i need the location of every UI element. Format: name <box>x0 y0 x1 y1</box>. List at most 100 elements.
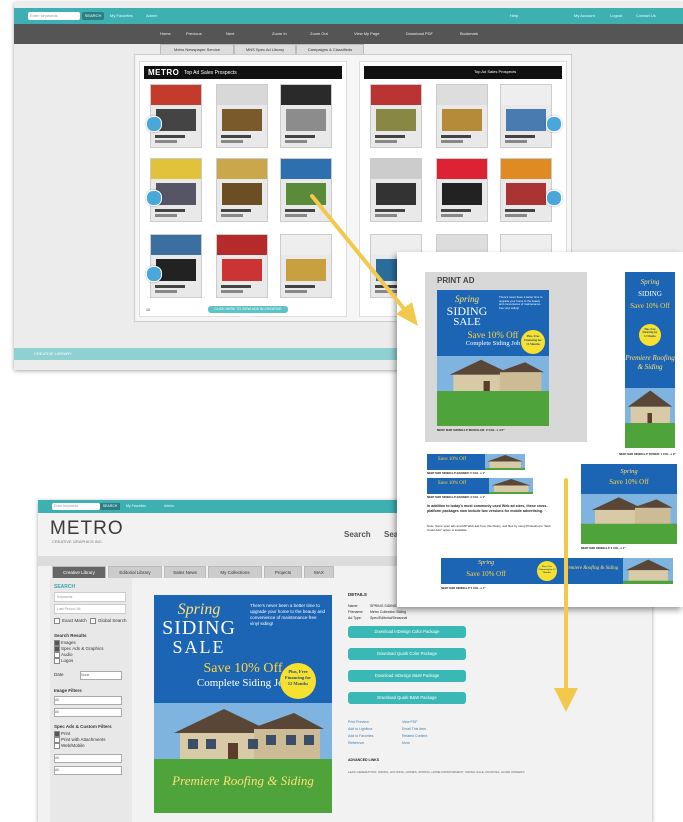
financing-badge: Plus, Free Financing for 12 Months <box>639 324 661 346</box>
exact-match-checkbox[interactable] <box>54 618 60 624</box>
house-image <box>437 356 549 396</box>
download-quark-color-button[interactable]: Download Quark Color Package <box>348 648 466 660</box>
view-my-page-button[interactable]: View My Page <box>354 30 380 38</box>
tab-spec-ad-library[interactable]: MNS Spec Ad Library <box>234 44 296 54</box>
search-input[interactable]: Enter keywords <box>28 12 80 20</box>
tab-newspaper-service[interactable]: Metro Newspaper Service <box>160 44 234 54</box>
house-image <box>485 454 525 470</box>
siding-sale-ad-preview[interactable]: Spring SIDING SALE There's never been a … <box>154 595 332 813</box>
next-button[interactable]: Next <box>226 30 234 38</box>
reference-link[interactable]: Reference <box>348 741 364 745</box>
date-label: Date <box>54 672 64 677</box>
spec-filters-heading: Spec Ads & Custom Filters <box>54 724 112 729</box>
web-mobile-checkbox[interactable] <box>54 743 60 749</box>
main-print-ad[interactable]: Spring SIDING SALE There's never been a … <box>437 290 549 426</box>
tab-creative-library[interactable]: Creative Library <box>52 566 106 578</box>
contact-link[interactable]: Contact Us <box>636 12 656 20</box>
ad-thumbnail[interactable] <box>216 234 268 298</box>
zoom-hotspot-icon[interactable] <box>146 266 162 282</box>
more-link[interactable]: More <box>402 741 410 745</box>
admin-link[interactable]: Admin <box>164 503 174 510</box>
logout-link[interactable]: Logout <box>610 12 622 20</box>
download-quark-bw-button[interactable]: Download Quark B&W Package <box>348 692 466 704</box>
tab-editorial-library[interactable]: Editorial Library <box>108 566 162 578</box>
ad-spring-text: Spring <box>454 294 479 304</box>
image-type-select[interactable]: All <box>54 696 122 705</box>
print-ad-type-select[interactable]: All <box>54 766 122 775</box>
library-bar-label: CREATIVE LIBRARY <box>34 351 72 356</box>
tab-projects[interactable]: Projects <box>264 566 302 578</box>
viewer-tabs: Metro Newspaper Service MNS Spec Ad Libr… <box>14 44 683 54</box>
print-preview-link[interactable]: Print Preview <box>348 720 369 724</box>
page-number: 10 <box>146 308 150 312</box>
zoom-in-button[interactable]: Zoom In <box>272 30 287 38</box>
zoom-hotspot-icon[interactable] <box>546 116 562 132</box>
ad-spring-text: Spring <box>477 560 494 566</box>
favorites-link[interactable]: My Favorites <box>126 503 146 510</box>
ad-sale-text: SALE <box>172 637 226 657</box>
print-attachments-label: Print with Attachments <box>61 737 106 742</box>
zoom-out-button[interactable]: Zoom Out <box>310 30 328 38</box>
bookmark-button[interactable]: Bookmark <box>460 30 478 38</box>
ad-thumbnail[interactable] <box>436 158 488 222</box>
ad-thumbnail[interactable] <box>500 158 552 222</box>
favorites-link[interactable]: My Favorites <box>110 12 133 20</box>
view-in-library-button[interactable]: CLICK HERE TO VIEW ADS IN CREATIVE LIBRA… <box>208 306 288 318</box>
email-item-link[interactable]: Email This Item <box>402 727 426 731</box>
download-pdf-button[interactable]: Download PDF <box>406 30 433 38</box>
nav-search[interactable]: Search <box>344 530 371 539</box>
add-lightbox-link[interactable]: Add to Lightbox <box>348 727 372 731</box>
tab-campaigns[interactable]: Campaigns & Classifieds <box>296 44 364 54</box>
tab-max[interactable]: MAX <box>304 566 334 578</box>
advanced-links[interactable]: LEAD GENERATION, SIDING, HOUSING, HOMES,… <box>348 770 524 774</box>
ad-spring-text: Spring <box>640 278 660 286</box>
zoom-hotspot-icon[interactable] <box>546 190 562 206</box>
view-pdf-link[interactable]: View PDF <box>402 720 418 724</box>
download-indesign-bw-button[interactable]: Download InDesign B&W Package <box>348 670 466 682</box>
keywords-input[interactable]: Keywords <box>54 592 126 602</box>
related-content-link[interactable]: Related Content <box>402 734 427 738</box>
metro-logo[interactable]: METRO CREATIVE GRAPHICS INC. <box>50 518 130 548</box>
bottom-banner-ad[interactable]: Spring Save 10% Off Plus, Free Financing… <box>441 558 673 584</box>
banner-ad-1[interactable]: Save 10% Off <box>427 454 525 470</box>
tower-print-ad[interactable]: Spring SIDING Save 10% Off Plus, Free Fi… <box>625 272 675 448</box>
ad-thumbnail[interactable] <box>280 84 332 148</box>
ad-save-text: Save 10% Off <box>437 457 467 462</box>
global-search-checkbox[interactable] <box>90 618 96 624</box>
tab-sales-news[interactable]: Sales News <box>164 566 206 578</box>
date-select[interactable]: None <box>80 671 122 680</box>
search-button[interactable]: SEARCH <box>82 12 104 20</box>
side-print-ad[interactable]: Spring Save 10% Off <box>581 464 677 544</box>
logos-checkbox[interactable] <box>54 658 60 664</box>
meta-adtype-value: Spec/Editorial/Seasonal <box>370 616 408 620</box>
search-button[interactable]: SEARCH <box>100 503 120 510</box>
mobile-note: In addition to today's most commonly use… <box>427 504 548 513</box>
tab-my-collections[interactable]: My Collections <box>208 566 262 578</box>
logo-subtitle: CREATIVE GRAPHICS INC. <box>52 539 103 544</box>
ad-thumbnail[interactable] <box>370 158 422 222</box>
ad-thumbnail[interactable] <box>436 84 488 148</box>
period-input[interactable]: Last Period: All <box>54 604 126 614</box>
help-link[interactable]: Help <box>510 12 518 20</box>
zoom-hotspot-icon[interactable] <box>146 190 162 206</box>
ad-thumbnail[interactable] <box>280 158 332 222</box>
ad-thumbnail[interactable] <box>216 84 268 148</box>
ad-thumbnail[interactable] <box>370 84 422 148</box>
ad-footer <box>437 396 549 426</box>
banner-ad-2[interactable]: Save 10% Off <box>427 478 533 494</box>
search-input[interactable]: Enter keywords <box>52 503 100 510</box>
financing-badge: Plus, Free Financing for 12 Months <box>537 561 557 581</box>
admin-link[interactable]: Admin <box>146 12 157 20</box>
image-format-select[interactable]: All <box>54 708 122 717</box>
add-favorites-link[interactable]: Add to Favorites <box>348 734 373 738</box>
home-button[interactable]: Home <box>160 30 171 38</box>
ad-thumbnail[interactable] <box>216 158 268 222</box>
ad-thumbnail[interactable] <box>280 234 332 298</box>
zoom-hotspot-icon[interactable] <box>146 116 162 132</box>
download-indesign-color-button[interactable]: Download InDesign Color Package <box>348 626 466 638</box>
my-account-link[interactable]: My Account <box>574 12 595 20</box>
print-ad-size-select[interactable]: All <box>54 754 122 763</box>
ad-thumbnail[interactable] <box>500 84 552 148</box>
house-image <box>154 703 332 767</box>
previous-button[interactable]: Previous <box>186 30 202 38</box>
